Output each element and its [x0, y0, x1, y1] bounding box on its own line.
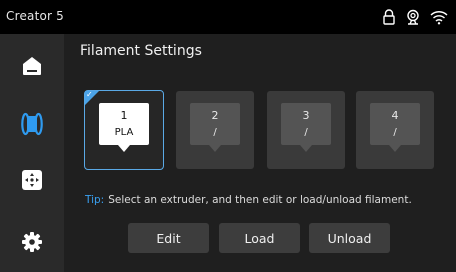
- device-name: Creator 5: [6, 9, 65, 23]
- lock-icon[interactable]: [382, 9, 396, 25]
- extruder-material: /: [393, 127, 397, 138]
- sidebar-nav: [0, 34, 64, 272]
- extruder-number: 3: [302, 109, 310, 122]
- extruder-card: 4 /: [370, 103, 420, 152]
- filament-spool-icon: [21, 112, 43, 136]
- wifi-icon[interactable]: [430, 10, 448, 25]
- tip-message: Select an extruder, and then edit or loa…: [108, 194, 412, 206]
- extruder-card: 3 /: [281, 103, 331, 152]
- edit-button[interactable]: Edit: [128, 223, 209, 253]
- extruder-number: 2: [211, 109, 219, 122]
- extruder-number: 4: [391, 109, 399, 122]
- extruder-3[interactable]: 3 /: [267, 91, 345, 169]
- webcam-icon[interactable]: [405, 9, 421, 25]
- sidebar-item-filament[interactable]: [0, 96, 64, 152]
- gear-icon: [21, 231, 43, 253]
- filament-settings-screen: Creator 5 Filament Settings ✓ 1 PLA 2 / …: [0, 0, 456, 272]
- extruder-number: 1: [120, 109, 128, 122]
- extruder-2[interactable]: 2 /: [176, 91, 254, 169]
- load-button[interactable]: Load: [219, 223, 300, 253]
- sidebar-item-control[interactable]: [0, 152, 64, 208]
- sidebar-item-home[interactable]: [0, 38, 64, 94]
- unload-button[interactable]: Unload: [309, 223, 390, 253]
- extruder-card: 2 /: [190, 103, 240, 152]
- page-title: Filament Settings: [80, 43, 202, 59]
- extruder-1[interactable]: ✓ 1 PLA: [84, 90, 164, 170]
- tip-label: Tip:: [85, 194, 105, 206]
- extruder-4[interactable]: 4 /: [356, 91, 434, 169]
- extruder-card: 1 PLA: [99, 103, 149, 152]
- home-icon: [21, 55, 43, 77]
- tip-text: Tip: Select an extruder, and then edit or…: [85, 194, 412, 206]
- extruder-material: /: [213, 127, 217, 138]
- extruder-material: PLA: [114, 127, 134, 138]
- status-icons: [382, 6, 448, 28]
- checkmark-icon: ✓: [86, 90, 93, 99]
- main-panel: Filament Settings ✓ 1 PLA 2 / 3 / 4 / Ti…: [64, 34, 456, 272]
- move-control-icon: [21, 169, 43, 191]
- sidebar-item-settings[interactable]: [0, 214, 64, 270]
- status-bar: Creator 5: [0, 0, 456, 34]
- extruder-material: /: [304, 127, 308, 138]
